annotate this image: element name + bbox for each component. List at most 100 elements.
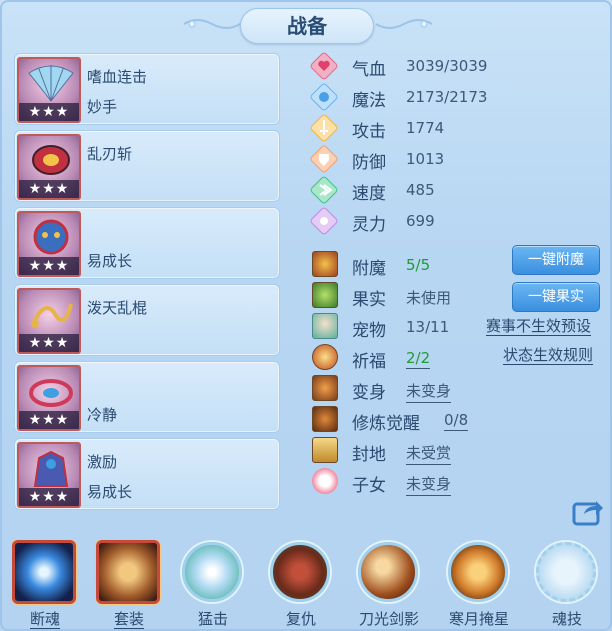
share-icon[interactable] [572,498,604,526]
heart-icon [310,52,338,80]
cultivation-icon [312,406,338,432]
card-title: 乱刃斩 [87,145,133,163]
card-title: 泼天乱棍 [87,299,148,317]
skill-card[interactable]: ★★★ 嗜血连击 妙手 [14,53,280,125]
skill-label: 断魂 [29,610,60,629]
enchant-icon [312,251,338,277]
extra-label: 封地 [352,445,386,465]
stat-value: 1013 [406,150,445,168]
card-subtitle: 易成长 [87,483,133,501]
extra-value[interactable]: 未受赏 [406,442,452,465]
stat-label: 攻击 [352,122,386,142]
star-rating: ★★★ [19,334,79,352]
skill-slot-revenge[interactable]: 复仇 [264,534,338,631]
star-rating: ★★★ [19,103,79,121]
title-ornament-right [375,19,433,29]
extra-value[interactable]: 0/8 [444,411,469,431]
fan-weapon-icon: ★★★ [17,57,81,123]
status-rules-link[interactable]: 状态生效规则 [503,346,594,365]
card-subtitle: 易成长 [87,252,133,270]
stat-value: 2173/2173 [406,88,488,106]
mask-icon: ★★★ [17,211,81,277]
skill-label: 猛击 [197,610,228,628]
soulbreak-icon [12,540,76,604]
stat-mp: 魔法 2173/2173 [306,83,596,111]
extra-label: 宠物 [352,321,386,341]
skill-slot-blade-light[interactable]: 刀光剑影 [352,534,426,631]
stat-label: 气血 [352,60,386,80]
stat-hp: 气血 3039/3039 [306,52,596,80]
stat-defense: 防御 1013 [306,145,596,173]
extra-label: 变身 [352,383,386,403]
stat-label: 灵力 [352,215,386,235]
one-click-enchant-button[interactable]: 一键附魔 [512,245,600,275]
skill-slot-cold-moon[interactable]: 寒月掩星 [442,534,516,631]
extra-label: 修炼觉醒 [352,414,420,434]
extra-label: 附魔 [352,259,386,279]
stat-attack: 攻击 1774 [306,114,596,142]
stat-value: 3039/3039 [406,57,488,75]
extra-value[interactable]: 未变身 [406,473,452,496]
spirit-icon [310,207,338,235]
blade-weapon-icon: ★★★ [17,134,81,200]
skill-slot-soulbreak[interactable]: 断魂 [8,534,82,631]
chain-icon: ★★★ [17,288,81,354]
stat-value: 1774 [406,119,445,137]
fruit-icon [312,282,338,308]
mana-icon [310,83,338,111]
blessing-icon [312,344,338,370]
title-ornament-left [183,19,241,29]
extra-value: 13/11 [406,318,450,336]
star-rating: ★★★ [19,488,79,506]
skill-label: 套装 [113,610,144,629]
star-rating: ★★★ [19,411,79,429]
star-rating: ★★★ [19,180,79,198]
stat-value: 699 [406,212,435,230]
skill-label: 刀光剑影 [358,610,419,628]
star-rating: ★★★ [19,257,79,275]
fist-icon [182,542,242,602]
extra-fief: 封地 未受赏 [306,437,596,465]
card-title: 嗜血连击 [87,68,148,86]
armor-set-icon [96,540,160,604]
skill-card[interactable]: ★★★ 乱刃斩 [14,130,280,202]
stat-label: 防御 [352,153,386,173]
extra-child: 子女 未变身 [306,468,596,496]
extra-label: 祈福 [352,352,386,372]
skill-label: 魂技 [551,610,582,628]
extra-value: 5/5 [406,256,431,274]
extra-value[interactable]: 未变身 [406,380,452,403]
skill-slot-soul-skill[interactable]: 魂技 [530,534,604,631]
skill-card[interactable]: ★★★ 冷静 [14,361,280,433]
one-click-fruit-button[interactable]: 一键果实 [512,282,600,312]
stat-speed: 速度 485 [306,176,596,204]
pet-icon [312,313,338,339]
revenge-icon [270,542,330,602]
soul-skill-icon [536,542,596,602]
extra-label: 果实 [352,290,386,310]
stat-label: 速度 [352,184,386,204]
page-title: 战备 [240,8,374,44]
stat-label: 魔法 [352,91,386,111]
card-title: 激励 [87,453,118,471]
warrior-icon: ★★★ [17,442,81,508]
extra-value[interactable]: 2/2 [406,349,431,369]
skill-card[interactable]: ★★★ 易成长 [14,207,280,279]
card-subtitle: 妙手 [87,98,118,116]
shield-icon [310,145,338,173]
tournament-preset-link[interactable]: 赛事不生效预设 [486,317,592,336]
sword-icon [310,114,338,142]
skill-label: 复仇 [285,610,316,628]
skill-slot-set[interactable]: 套装 [92,534,166,631]
blade-light-icon [358,542,418,602]
speed-icon [310,176,338,204]
extra-transform: 变身 未变身 [306,375,596,403]
skill-card[interactable]: ★★★ 泼天乱棍 [14,284,280,356]
stat-value: 485 [406,181,435,199]
skill-card[interactable]: ★★★ 激励 易成长 [14,438,280,510]
extra-label: 子女 [352,476,386,496]
skill-slot-smash[interactable]: 猛击 [176,534,250,631]
fief-icon [312,437,338,463]
ring-icon: ★★★ [17,365,81,431]
card-subtitle: 冷静 [87,406,118,424]
